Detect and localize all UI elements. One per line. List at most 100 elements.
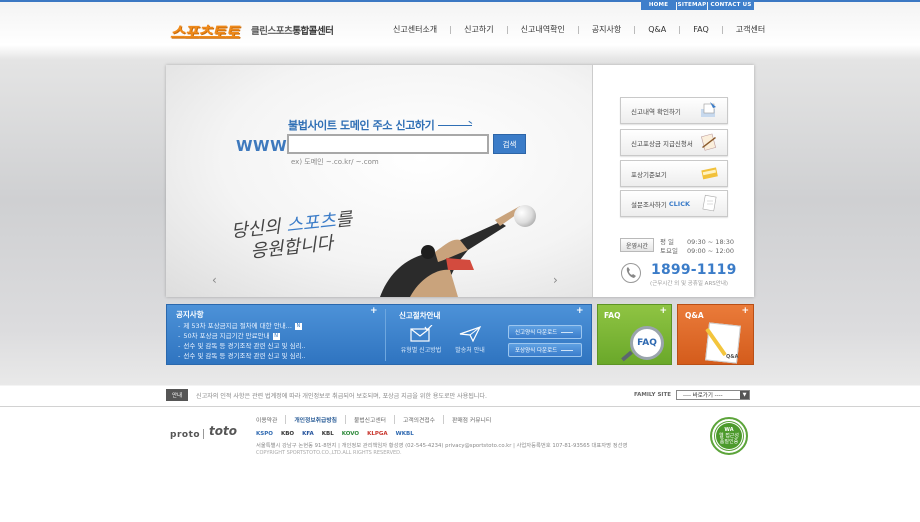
partner-logo-kovo[interactable]: KOVO xyxy=(342,428,359,439)
phone-note: (근무시간 외 및 공휴일 ARS안내) xyxy=(650,281,729,287)
partner-logo-klpga[interactable]: KLPGA xyxy=(367,428,388,439)
reward-form-download-button[interactable]: 포상양식 다운로드 xyxy=(508,343,582,357)
saturday-hours: 09:00 ~ 12:00 xyxy=(687,247,735,255)
notice-more-icon[interactable]: + xyxy=(370,306,378,316)
accessibility-cert-mark: WA 웹 접근성 품질인증 xyxy=(716,423,742,449)
top-accent-line xyxy=(0,0,920,2)
notice-item[interactable]: - 선수 및 감독 등 경기조작 관련 신고 및 심리.. xyxy=(178,351,306,361)
guide-more-icon[interactable]: + xyxy=(576,306,584,316)
main-nav: 신고센터소개 신고하기 신고내역확인 공지사항 Q&A FAQ 고객센터 xyxy=(380,24,778,35)
toto-logo: toto xyxy=(209,424,237,438)
footer-copyright: COPYRIGHT SPORTSTOTO.CO.,LTD.ALL RIGHTS … xyxy=(256,450,402,456)
util-contact-link[interactable]: CONTACT US xyxy=(708,0,754,10)
family-site-value: ---- 바로가기 ---- xyxy=(683,393,723,399)
www-label: WWW. xyxy=(236,137,293,155)
footer-link-report-center[interactable]: 불법신고센터 xyxy=(345,415,394,424)
family-site-label: FAMILY SITE xyxy=(634,392,671,398)
magnifier-icon: FAQ xyxy=(630,326,664,360)
hours-badge: 운영시간 xyxy=(620,238,654,252)
check-report-label: 신고내역 확인하기 xyxy=(631,107,681,116)
privacy-text: 신고자의 인적 사항은 관련 법계정에 따라 개인정보로 취급되어 보호되며, … xyxy=(196,392,487,400)
util-sitemap-link[interactable]: SITEMAP xyxy=(677,0,707,10)
footer-address: 서울특별시 강남구 논현동 91-8번지 | 개인정보 관리책임자 황성영 (0… xyxy=(256,443,628,449)
report-title: 불법사이트 도메인 주소 신고하기 xyxy=(288,119,435,132)
notice-item[interactable]: - 선수 및 감독 등 경기조작 관련 신고 및 심리.. xyxy=(178,341,306,351)
domain-input[interactable] xyxy=(287,134,489,154)
partner-logos: KSPO KBO KFA KBL KOVO KLPGA WKBL xyxy=(256,428,414,439)
url-example: ex) 도메인 ~.co.kr/ ~.com xyxy=(291,158,379,166)
notice-item-text: 선수 및 감독 등 경기조작 관련 신고 및 심리.. xyxy=(183,352,306,360)
weekday-hours: 09:30 ~ 18:30 xyxy=(687,238,735,246)
logo-sub-light: 클린스포츠 xyxy=(251,26,293,37)
new-badge: N xyxy=(294,323,302,330)
nav-history[interactable]: 신고내역확인 xyxy=(508,24,578,35)
survey-click-label: CLICK xyxy=(668,199,691,208)
logo-subtitle: 클린스포츠통합콜센터 xyxy=(251,23,334,37)
hero-divider xyxy=(592,65,593,297)
nav-intro[interactable]: 신고센터소개 xyxy=(380,24,450,35)
partner-logo-kfa[interactable]: KFA xyxy=(302,428,314,439)
qna-title: Q&A xyxy=(685,311,704,320)
faq-more-icon: + xyxy=(659,306,667,316)
report-method-label: 유형별 신고방법 xyxy=(400,347,442,354)
faq-title: FAQ xyxy=(604,311,621,320)
site-logo[interactable]: 스포츠토토 xyxy=(170,19,240,43)
proto-logo: proto xyxy=(170,430,201,440)
nav-notice[interactable]: 공지사항 xyxy=(579,24,634,35)
survey-button[interactable]: 설문조사하기 CLICK xyxy=(620,190,728,217)
phone-icon xyxy=(621,263,641,283)
reward-application-label: 신고포상금 지급신청서 xyxy=(631,139,693,148)
footer-link-feedback[interactable]: 고객의견접수 xyxy=(394,415,443,424)
footer-divider xyxy=(0,406,920,407)
report-form-download-button[interactable]: 신고양식 다운로드 xyxy=(508,325,582,339)
sender-guide-link[interactable]: 발송처 안내 xyxy=(450,325,490,354)
banner-next-arrow[interactable]: › xyxy=(553,273,558,287)
envelope-check-icon xyxy=(410,324,433,342)
nav-report[interactable]: 신고하기 xyxy=(451,24,506,35)
nav-customer[interactable]: 고객센터 xyxy=(723,24,778,35)
partner-logo-wkbl[interactable]: WKBL xyxy=(396,428,414,439)
qna-doc-label: Q&A xyxy=(726,354,739,360)
partner-logo-kbl[interactable]: KBL xyxy=(322,428,334,439)
notebook-icon xyxy=(701,167,718,180)
nav-qna[interactable]: Q&A xyxy=(635,25,679,34)
reward-application-button[interactable]: 신고포상금 지급신청서 xyxy=(620,129,728,156)
notice-item-text: 50차 포상금 지급기간 만료안내 xyxy=(183,332,270,340)
family-site-select[interactable]: ---- 바로가기 ---- ▼ xyxy=(676,390,750,400)
report-method-link[interactable]: 유형별 신고방법 xyxy=(398,324,444,354)
notice-item-text: 제 53차 포상금지급 절차에 대한 안내... xyxy=(183,322,292,330)
notice-item[interactable]: -제 53차 포상금지급 절차에 대한 안내... N xyxy=(178,321,306,331)
paper-icon xyxy=(702,194,717,212)
notice-item[interactable]: -50차 포상금 지급기간 만료안내 N xyxy=(178,331,306,341)
reward-criteria-label: 포상기준보기 xyxy=(631,170,667,179)
search-button[interactable]: 검색 xyxy=(493,134,526,154)
document-stack-icon xyxy=(701,102,716,117)
business-hours: 평 일 09:30 ~ 18:30 토요일 09:00 ~ 12:00 xyxy=(660,238,734,256)
survey-label: 설문조사하기 xyxy=(631,200,667,209)
guide-title: 신고절차안내 xyxy=(399,311,441,320)
notice-item-text: 선수 및 감독 등 경기조작 관련 신고 및 심리.. xyxy=(183,342,306,350)
nav-faq[interactable]: FAQ xyxy=(680,25,722,34)
footer-link-community[interactable]: 판매점 커뮤니티 xyxy=(443,415,499,424)
brand-separator xyxy=(203,429,204,439)
cert-line-3: 품질인증 xyxy=(719,439,739,445)
call-center-phone: 1899-1119 xyxy=(651,262,737,278)
privacy-tag: 안내 xyxy=(166,389,188,401)
paper-plane-icon xyxy=(459,325,482,343)
new-badge: N xyxy=(272,333,280,340)
volleyball-player-image xyxy=(380,206,523,297)
footer-link-privacy[interactable]: 개인정보취급방침 xyxy=(285,415,345,424)
panel-separator xyxy=(385,309,386,361)
footer-links: 이용약관 개인정보취급방침 불법신고센터 고객의견접수 판매점 커뮤니티 xyxy=(256,415,499,424)
check-report-history-button[interactable]: 신고내역 확인하기 xyxy=(620,97,728,124)
weekday-label: 평 일 xyxy=(660,238,675,246)
util-home-link[interactable]: HOME xyxy=(641,0,676,10)
footer-link-terms[interactable]: 이용약관 xyxy=(256,415,285,424)
partner-logo-kbo[interactable]: KBO xyxy=(281,428,294,439)
reward-criteria-button[interactable]: 포상기준보기 xyxy=(620,160,728,187)
banner-prev-arrow[interactable]: ‹ xyxy=(212,273,217,287)
partner-logo-kspo[interactable]: KSPO xyxy=(256,428,273,439)
qna-more-icon: + xyxy=(741,306,749,316)
sender-guide-label: 발송처 안내 xyxy=(455,347,485,354)
saturday-label: 토요일 xyxy=(660,247,678,255)
